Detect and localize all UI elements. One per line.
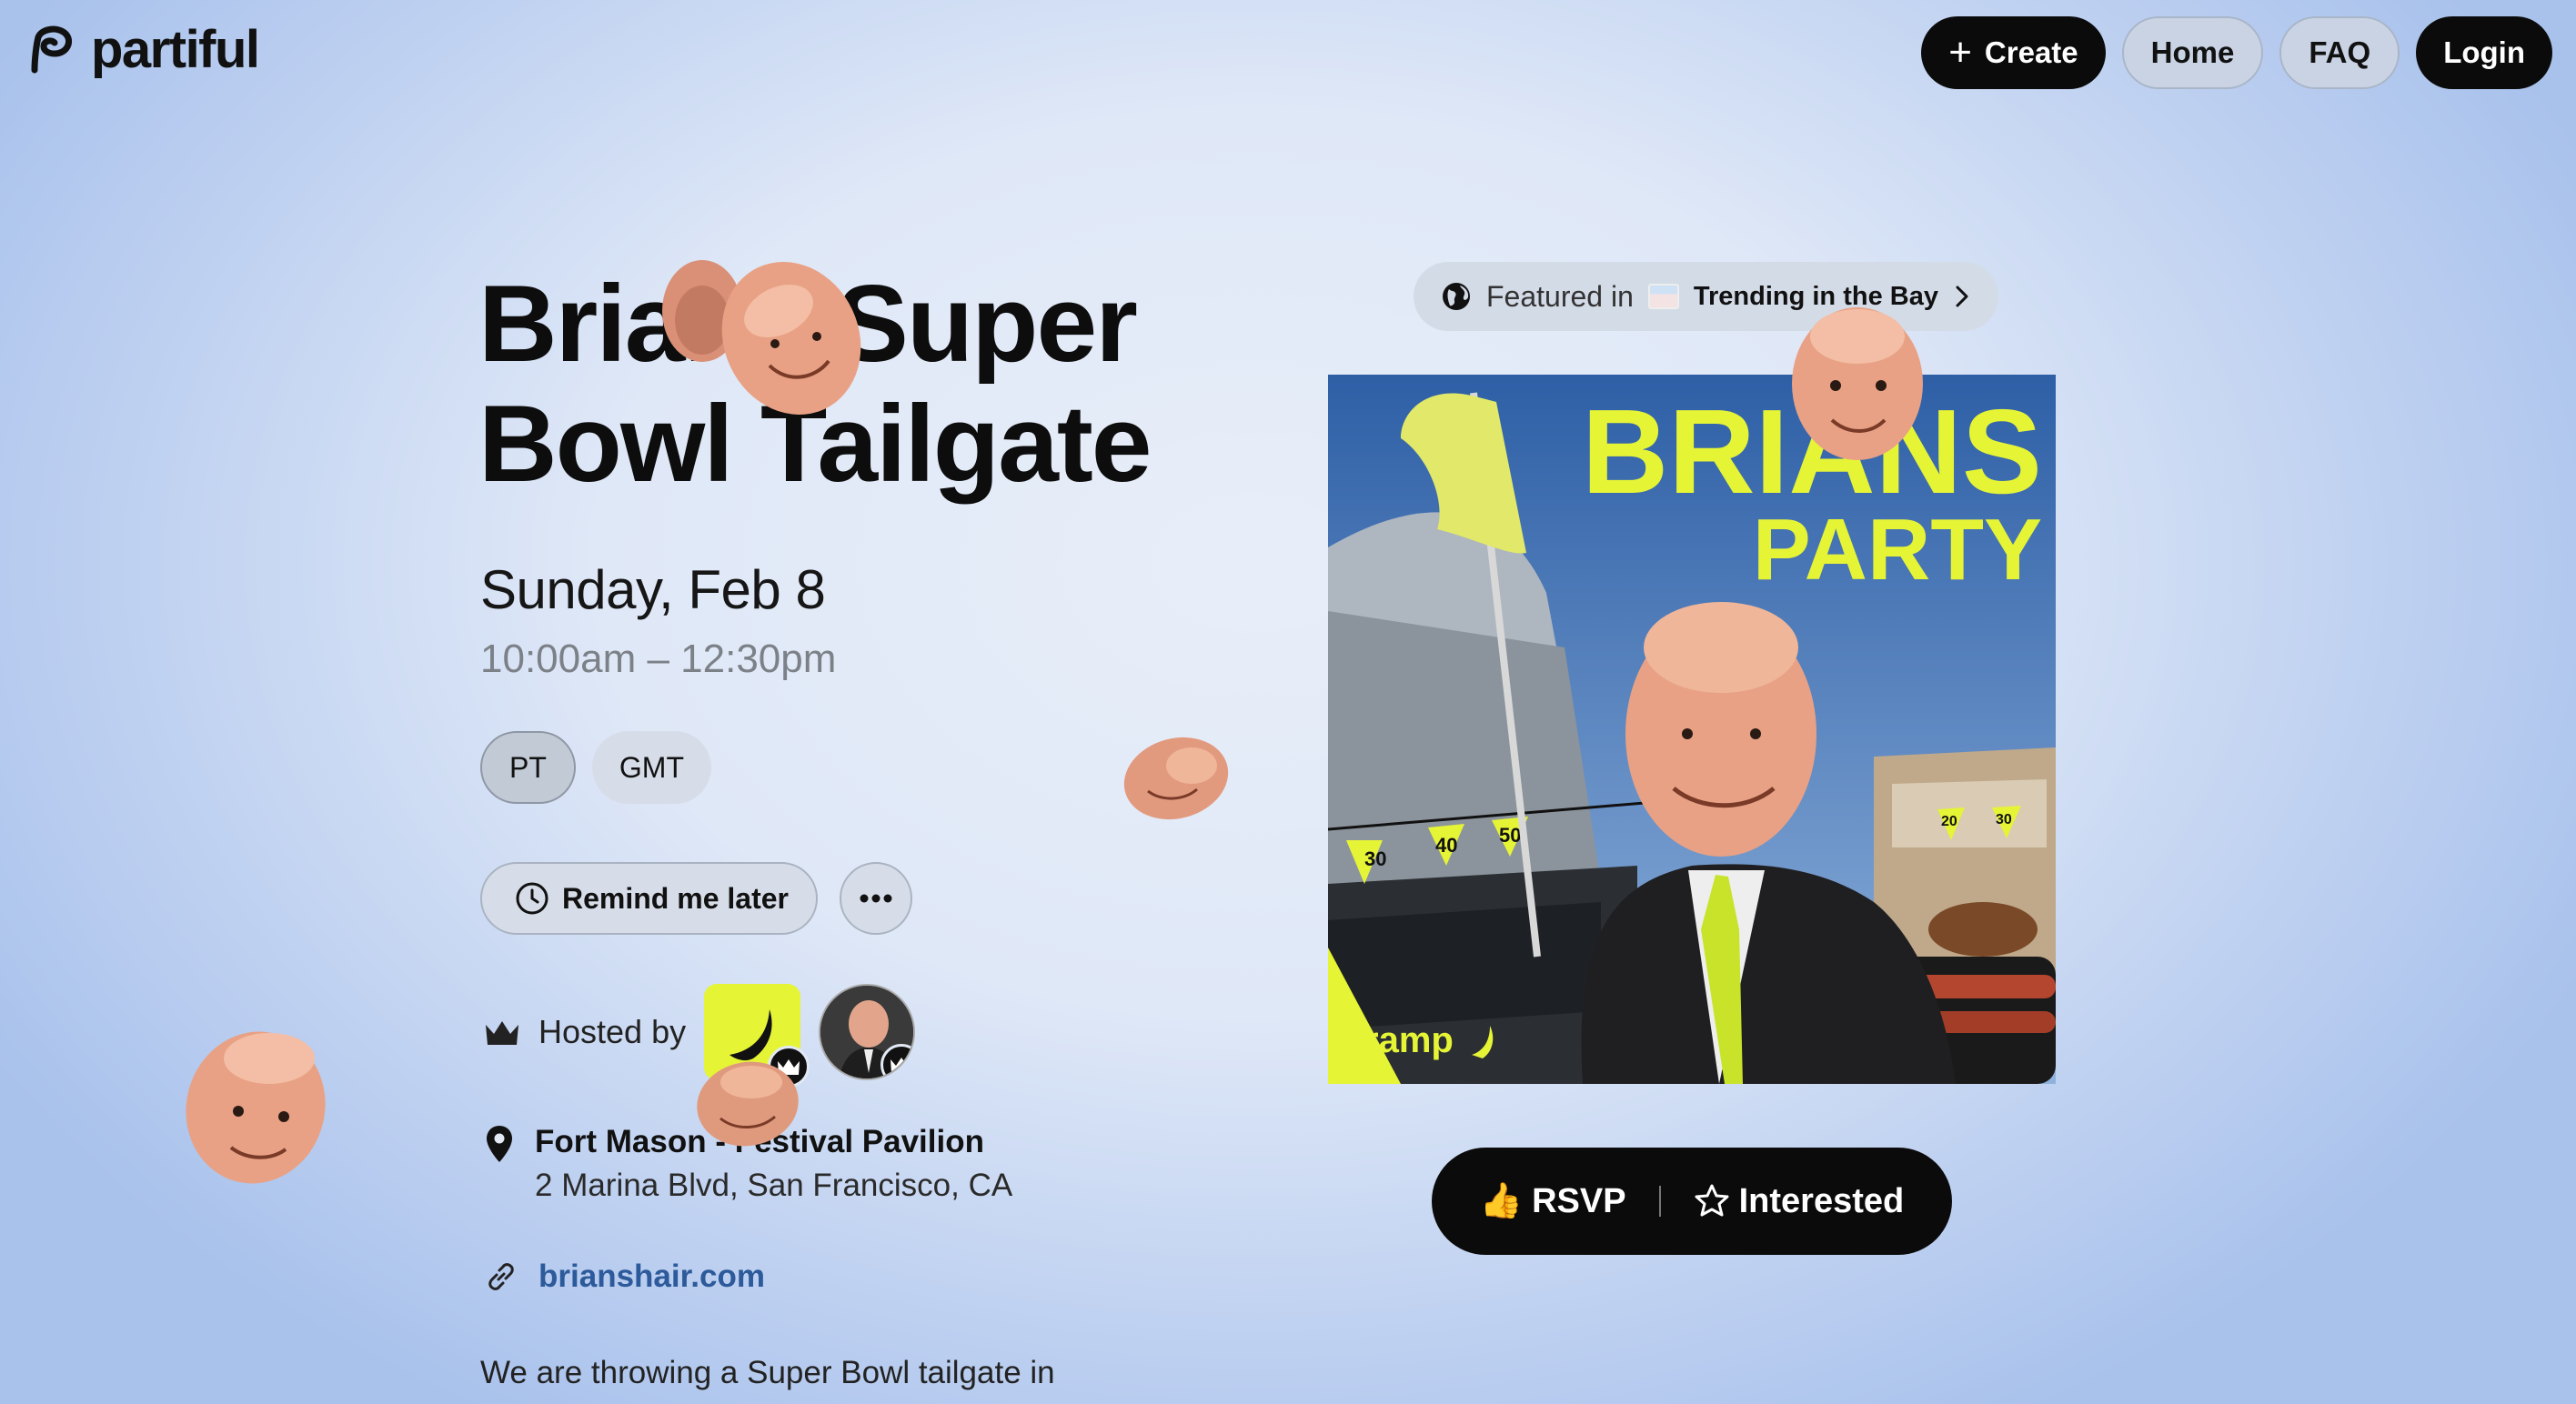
poster-brand: ramp bbox=[1364, 1020, 1454, 1060]
plus-icon: + bbox=[1948, 30, 1972, 75]
remind-me-later-button[interactable]: Remind me later bbox=[480, 862, 818, 935]
rsvp-label: RSVP bbox=[1532, 1181, 1626, 1220]
pennant-label: 30 bbox=[1364, 847, 1386, 870]
map-pin-icon bbox=[487, 1126, 512, 1162]
pennant-label: 30 bbox=[1996, 812, 2012, 827]
host-avatar-brian[interactable] bbox=[819, 984, 916, 1080]
event-date: Sunday, Feb 8 bbox=[480, 559, 826, 620]
crown-icon bbox=[891, 1058, 913, 1073]
pennant-label: 50 bbox=[1499, 824, 1521, 847]
reminder-actions: Remind me later bbox=[480, 862, 912, 935]
event-poster: 30 40 50 20 30 BRIANS PARTY ramp bbox=[1328, 375, 2056, 1084]
create-label: Create bbox=[1984, 35, 2078, 69]
globe-icon bbox=[1443, 283, 1470, 310]
event-description: We are throwing a Super Bowl tailgate in bbox=[480, 1355, 1055, 1390]
login-button[interactable]: Login bbox=[2416, 16, 2552, 89]
more-options-button[interactable] bbox=[839, 862, 912, 935]
interested-button[interactable]: Interested bbox=[1675, 1182, 1923, 1221]
trending-thumbnail-icon bbox=[1647, 284, 1679, 309]
home-button[interactable]: Home bbox=[2121, 16, 2264, 89]
link-icon bbox=[488, 1263, 514, 1290]
timezone-toggle: PT GMT bbox=[480, 731, 711, 804]
ellipsis-icon bbox=[860, 894, 892, 903]
poster-headline2: PARTY bbox=[1753, 501, 2042, 598]
floating-head-decoration bbox=[1123, 737, 1229, 820]
partiful-p-logo-icon bbox=[31, 25, 72, 74]
faq-button[interactable]: FAQ bbox=[2279, 16, 2400, 89]
floating-head-decoration bbox=[721, 262, 861, 415]
hosted-by-label: Hosted by bbox=[538, 1013, 687, 1050]
brand-name: partiful bbox=[91, 20, 260, 79]
pennant-label: 40 bbox=[1435, 834, 1457, 857]
crown-icon bbox=[486, 1021, 518, 1045]
floating-head-decoration bbox=[186, 1031, 326, 1184]
thumbs-up-icon: 👍 bbox=[1479, 1182, 1524, 1220]
remind-label: Remind me later bbox=[562, 881, 789, 915]
chevron-right-icon bbox=[1956, 286, 1968, 307]
top-nav: + Create Home FAQ Login bbox=[1921, 16, 2552, 89]
divider bbox=[1658, 1186, 1661, 1217]
website-link[interactable]: brianshair.com bbox=[538, 1259, 765, 1295]
rsvp-bar: 👍 RSVP Interested bbox=[1432, 1148, 1952, 1255]
clock-icon bbox=[516, 882, 548, 915]
timezone-gmt-button[interactable]: GMT bbox=[591, 731, 711, 804]
create-button[interactable]: + Create bbox=[1921, 16, 2106, 89]
star-icon bbox=[1695, 1184, 1729, 1217]
partiful-logo[interactable]: partiful bbox=[27, 20, 260, 79]
interested-label: Interested bbox=[1738, 1181, 1905, 1220]
pennant-label: 20 bbox=[1941, 814, 1957, 829]
host-crown-badge bbox=[880, 1044, 914, 1078]
event-time: 10:00am – 12:30pm bbox=[480, 637, 837, 681]
timezone-pt-button[interactable]: PT bbox=[480, 731, 576, 804]
poster-image: 30 40 50 20 30 BRIANS PARTY ramp bbox=[1328, 375, 2056, 1084]
location-address: 2 Marina Blvd, San Francisco, CA bbox=[535, 1168, 1013, 1203]
rsvp-button[interactable]: 👍 RSVP bbox=[1462, 1181, 1645, 1221]
event-website: brianshair.com bbox=[484, 1259, 765, 1295]
floating-head-decoration bbox=[697, 1061, 799, 1147]
featured-prefix: Featured in bbox=[1486, 279, 1634, 313]
floating-head-decoration bbox=[1792, 307, 1923, 460]
